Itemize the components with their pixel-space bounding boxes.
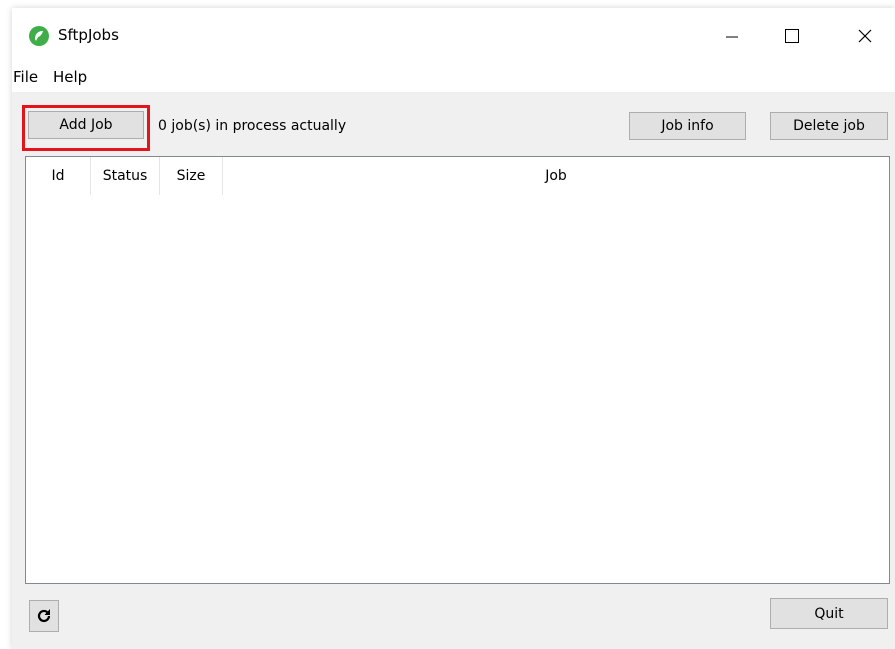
maximize-button[interactable] bbox=[769, 16, 815, 56]
minimize-button[interactable] bbox=[709, 16, 755, 56]
column-header-id[interactable]: Id bbox=[26, 157, 91, 195]
delete-job-button[interactable]: Delete job bbox=[770, 112, 888, 140]
jobs-table[interactable]: Id Status Size Job bbox=[25, 156, 890, 584]
refresh-icon bbox=[37, 609, 51, 623]
job-info-button[interactable]: Job info bbox=[629, 112, 746, 140]
column-header-job[interactable]: Job bbox=[223, 157, 889, 195]
menu-file[interactable]: File bbox=[13, 68, 38, 86]
refresh-button[interactable] bbox=[29, 600, 59, 632]
close-button[interactable] bbox=[842, 16, 888, 56]
minimize-icon bbox=[726, 36, 738, 38]
column-header-size[interactable]: Size bbox=[160, 157, 223, 195]
menu-help[interactable]: Help bbox=[53, 68, 87, 86]
menu-bar: File Help bbox=[12, 64, 895, 92]
app-window: SftpJobs File Help Add Job 0 job(s) in p… bbox=[12, 8, 895, 649]
jobs-status-text: 0 job(s) in process actually bbox=[158, 118, 347, 134]
quit-button[interactable]: Quit bbox=[770, 598, 888, 629]
window-title: SftpJobs bbox=[58, 26, 119, 44]
column-header-status[interactable]: Status bbox=[91, 157, 160, 195]
title-bar: SftpJobs bbox=[12, 8, 895, 64]
add-job-highlight bbox=[22, 105, 150, 151]
maximize-icon bbox=[785, 29, 799, 43]
close-icon bbox=[858, 29, 872, 43]
sftpjobs-app-icon bbox=[29, 26, 49, 46]
